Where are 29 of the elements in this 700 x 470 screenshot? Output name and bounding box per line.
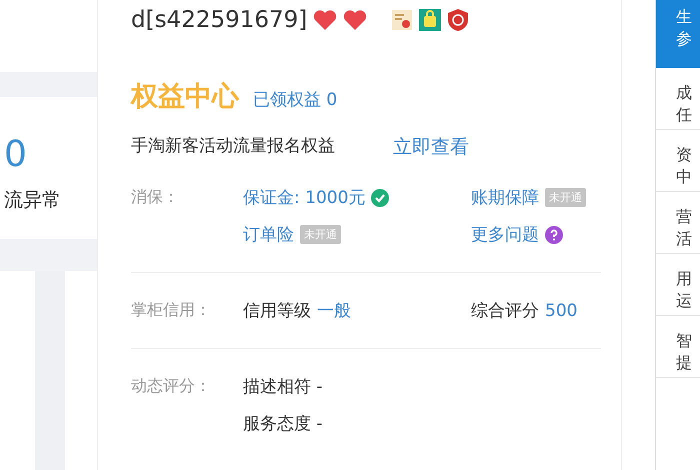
field-label: 动态评分： — [131, 376, 212, 397]
help-icon[interactable] — [545, 226, 563, 244]
check-icon — [371, 188, 390, 206]
heart-icon — [343, 10, 368, 30]
score-value[interactable]: 500 — [545, 300, 578, 320]
view-link[interactable]: 立即查看 — [393, 134, 469, 160]
credit-level-value[interactable]: 一般 — [317, 299, 351, 322]
certificate-icon — [391, 9, 414, 31]
rating-text: 服务态度 - — [243, 413, 324, 435]
shop-name: d[s422591679] — [131, 7, 308, 33]
protection-link[interactable]: 订单险 — [243, 223, 294, 246]
claimed-link[interactable]: 已领权益 0 — [253, 88, 338, 111]
score-label: 综合评分 — [471, 300, 539, 322]
section-title: 权益中心 — [131, 80, 239, 114]
status-tag: 未开通 — [545, 188, 586, 207]
protection-link[interactable]: 账期保障 — [471, 186, 539, 209]
promo-text: 手淘新客活动流量报名权益 — [131, 135, 335, 158]
protection-link[interactable]: 保证金: 1000元 — [243, 186, 366, 209]
count-caption: 流异常 — [4, 188, 61, 213]
count-value: 0 — [4, 133, 27, 177]
status-tag: 未开通 — [300, 225, 341, 244]
shield-icon — [447, 8, 470, 32]
protection-link[interactable]: 更多问题 — [471, 223, 539, 246]
heart-icon — [313, 10, 338, 30]
field-label: 消保： — [131, 187, 180, 208]
credit-level-label: 信用等级 — [243, 300, 311, 322]
rating-text: 描述相符 - — [243, 376, 324, 398]
field-label: 掌柜信用： — [131, 300, 212, 321]
side-menu-item[interactable]: 生 参 — [656, 0, 700, 68]
